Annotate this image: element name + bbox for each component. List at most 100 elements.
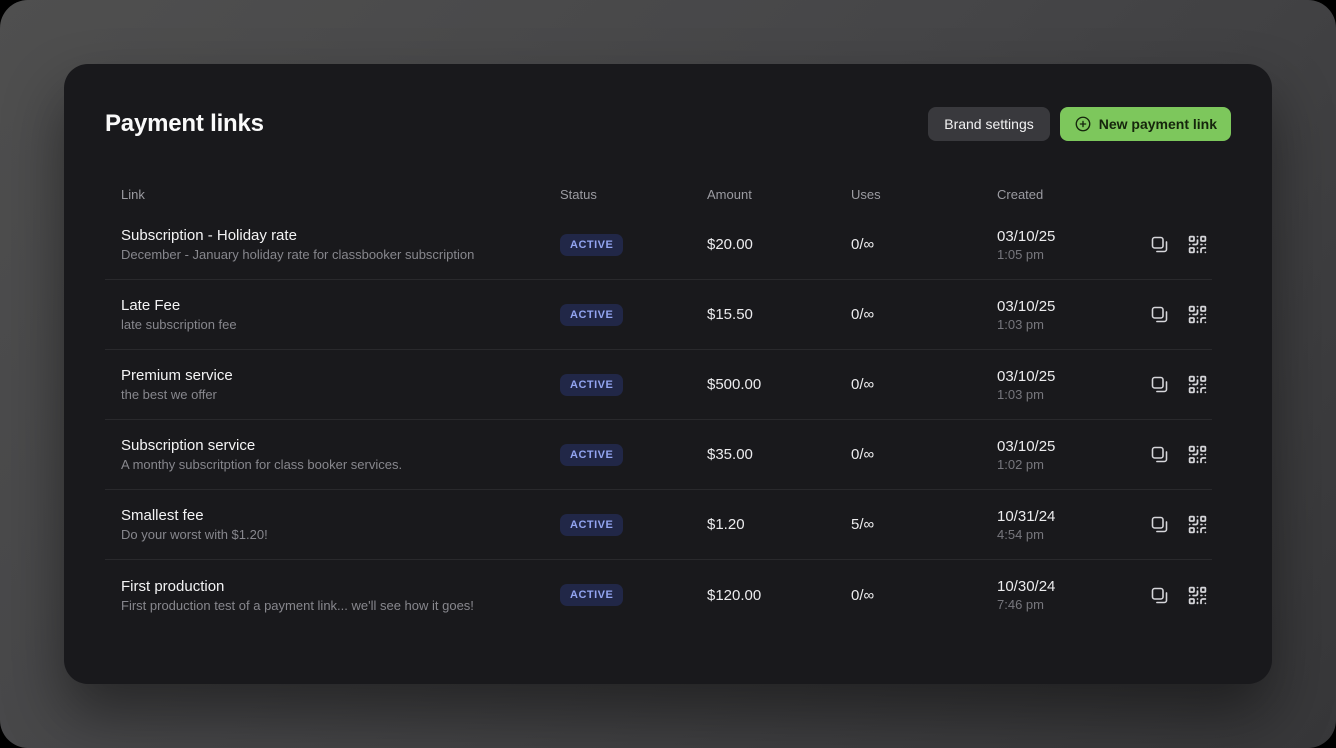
payment-link-title: Smallest fee (121, 507, 560, 524)
payment-link-description: late subscription fee (121, 317, 560, 332)
status-cell: ACTIVE (560, 444, 707, 466)
amount-value: $500.00 (707, 376, 851, 393)
payment-link-description: First production test of a payment link.… (121, 598, 560, 613)
copy-icon (1149, 304, 1170, 325)
table-row: Smallest fee Do your worst with $1.20! A… (105, 490, 1212, 560)
new-payment-link-button[interactable]: New payment link (1060, 107, 1231, 141)
desktop-background: Payment links Brand settings New payment… (0, 0, 1336, 748)
column-header-status: Status (560, 187, 707, 202)
payment-link-description: December - January holiday rate for clas… (121, 247, 560, 262)
created-time: 4:54 pm (997, 527, 1145, 542)
qr-code-button[interactable] (1186, 514, 1208, 536)
table-row: First production First production test o… (105, 560, 1212, 630)
copy-link-button[interactable] (1148, 374, 1170, 396)
created-date: 10/31/24 (997, 508, 1145, 525)
qr-code-button[interactable] (1186, 584, 1208, 606)
status-cell: ACTIVE (560, 234, 707, 256)
created-cell: 03/10/25 1:02 pm (997, 438, 1145, 472)
payment-link-title: Subscription - Holiday rate (121, 227, 560, 244)
payment-link-title: First production (121, 578, 560, 595)
copy-link-button[interactable] (1148, 584, 1170, 606)
new-payment-link-label: New payment link (1099, 116, 1217, 132)
table-header-row: Link Status Amount Uses Created (105, 178, 1212, 210)
amount-value: $1.20 (707, 516, 851, 533)
qr-code-icon (1187, 585, 1208, 606)
amount-value: $35.00 (707, 446, 851, 463)
copy-icon (1149, 585, 1170, 606)
qr-code-icon (1187, 444, 1208, 465)
created-time: 1:05 pm (997, 247, 1145, 262)
status-cell: ACTIVE (560, 304, 707, 326)
uses-value: 0/∞ (851, 376, 997, 393)
qr-code-icon (1187, 304, 1208, 325)
status-badge: ACTIVE (560, 444, 623, 466)
row-actions (1145, 584, 1212, 606)
payment-link-title: Late Fee (121, 297, 560, 314)
status-badge: ACTIVE (560, 584, 623, 606)
row-actions (1145, 444, 1212, 466)
created-cell: 03/10/25 1:05 pm (997, 228, 1145, 262)
qr-code-button[interactable] (1186, 234, 1208, 256)
column-header-uses: Uses (851, 187, 997, 202)
copy-link-button[interactable] (1148, 304, 1170, 326)
amount-value: $120.00 (707, 587, 851, 604)
created-cell: 03/10/25 1:03 pm (997, 298, 1145, 332)
status-badge: ACTIVE (560, 304, 623, 326)
row-actions (1145, 304, 1212, 326)
table-row: Subscription - Holiday rate December - J… (105, 210, 1212, 280)
table-row: Late Fee late subscription fee ACTIVE $1… (105, 280, 1212, 350)
link-cell: Subscription service A monthy subscritpt… (105, 437, 560, 472)
link-cell: Subscription - Holiday rate December - J… (105, 227, 560, 262)
copy-icon (1149, 444, 1170, 465)
payment-link-description: the best we offer (121, 387, 560, 402)
status-cell: ACTIVE (560, 514, 707, 536)
created-time: 7:46 pm (997, 597, 1145, 612)
created-date: 03/10/25 (997, 228, 1145, 245)
uses-value: 0/∞ (851, 236, 997, 253)
table-body: Subscription - Holiday rate December - J… (105, 210, 1212, 630)
status-badge: ACTIVE (560, 514, 623, 536)
plus-circle-icon (1074, 115, 1092, 133)
qr-code-button[interactable] (1186, 444, 1208, 466)
panel-header: Payment links Brand settings New payment… (105, 107, 1231, 141)
uses-value: 0/∞ (851, 306, 997, 323)
link-cell: Late Fee late subscription fee (105, 297, 560, 332)
status-cell: ACTIVE (560, 374, 707, 396)
created-date: 03/10/25 (997, 368, 1145, 385)
payment-link-title: Subscription service (121, 437, 560, 454)
uses-value: 0/∞ (851, 587, 997, 604)
row-actions (1145, 514, 1212, 536)
brand-settings-label: Brand settings (944, 116, 1034, 132)
qr-code-icon (1187, 374, 1208, 395)
created-cell: 10/30/24 7:46 pm (997, 578, 1145, 612)
table-row: Premium service the best we offer ACTIVE… (105, 350, 1212, 420)
table-row: Subscription service A monthy subscritpt… (105, 420, 1212, 490)
copy-icon (1149, 374, 1170, 395)
copy-link-button[interactable] (1148, 444, 1170, 466)
payment-links-panel: Payment links Brand settings New payment… (64, 64, 1272, 684)
payment-link-title: Premium service (121, 367, 560, 384)
amount-value: $15.50 (707, 306, 851, 323)
uses-value: 0/∞ (851, 446, 997, 463)
qr-code-button[interactable] (1186, 304, 1208, 326)
link-cell: Smallest fee Do your worst with $1.20! (105, 507, 560, 542)
created-time: 1:03 pm (997, 387, 1145, 402)
copy-icon (1149, 234, 1170, 255)
copy-icon (1149, 514, 1170, 535)
column-header-link: Link (105, 187, 560, 202)
copy-link-button[interactable] (1148, 234, 1170, 256)
status-badge: ACTIVE (560, 374, 623, 396)
link-cell: First production First production test o… (105, 578, 560, 613)
status-cell: ACTIVE (560, 584, 707, 606)
qr-code-button[interactable] (1186, 374, 1208, 396)
created-cell: 10/31/24 4:54 pm (997, 508, 1145, 542)
copy-link-button[interactable] (1148, 514, 1170, 536)
page-title: Payment links (105, 110, 264, 138)
qr-code-icon (1187, 234, 1208, 255)
link-cell: Premium service the best we offer (105, 367, 560, 402)
brand-settings-button[interactable]: Brand settings (928, 107, 1050, 141)
qr-code-icon (1187, 514, 1208, 535)
created-time: 1:03 pm (997, 317, 1145, 332)
column-header-amount: Amount (707, 187, 851, 202)
payment-link-description: Do your worst with $1.20! (121, 527, 560, 542)
